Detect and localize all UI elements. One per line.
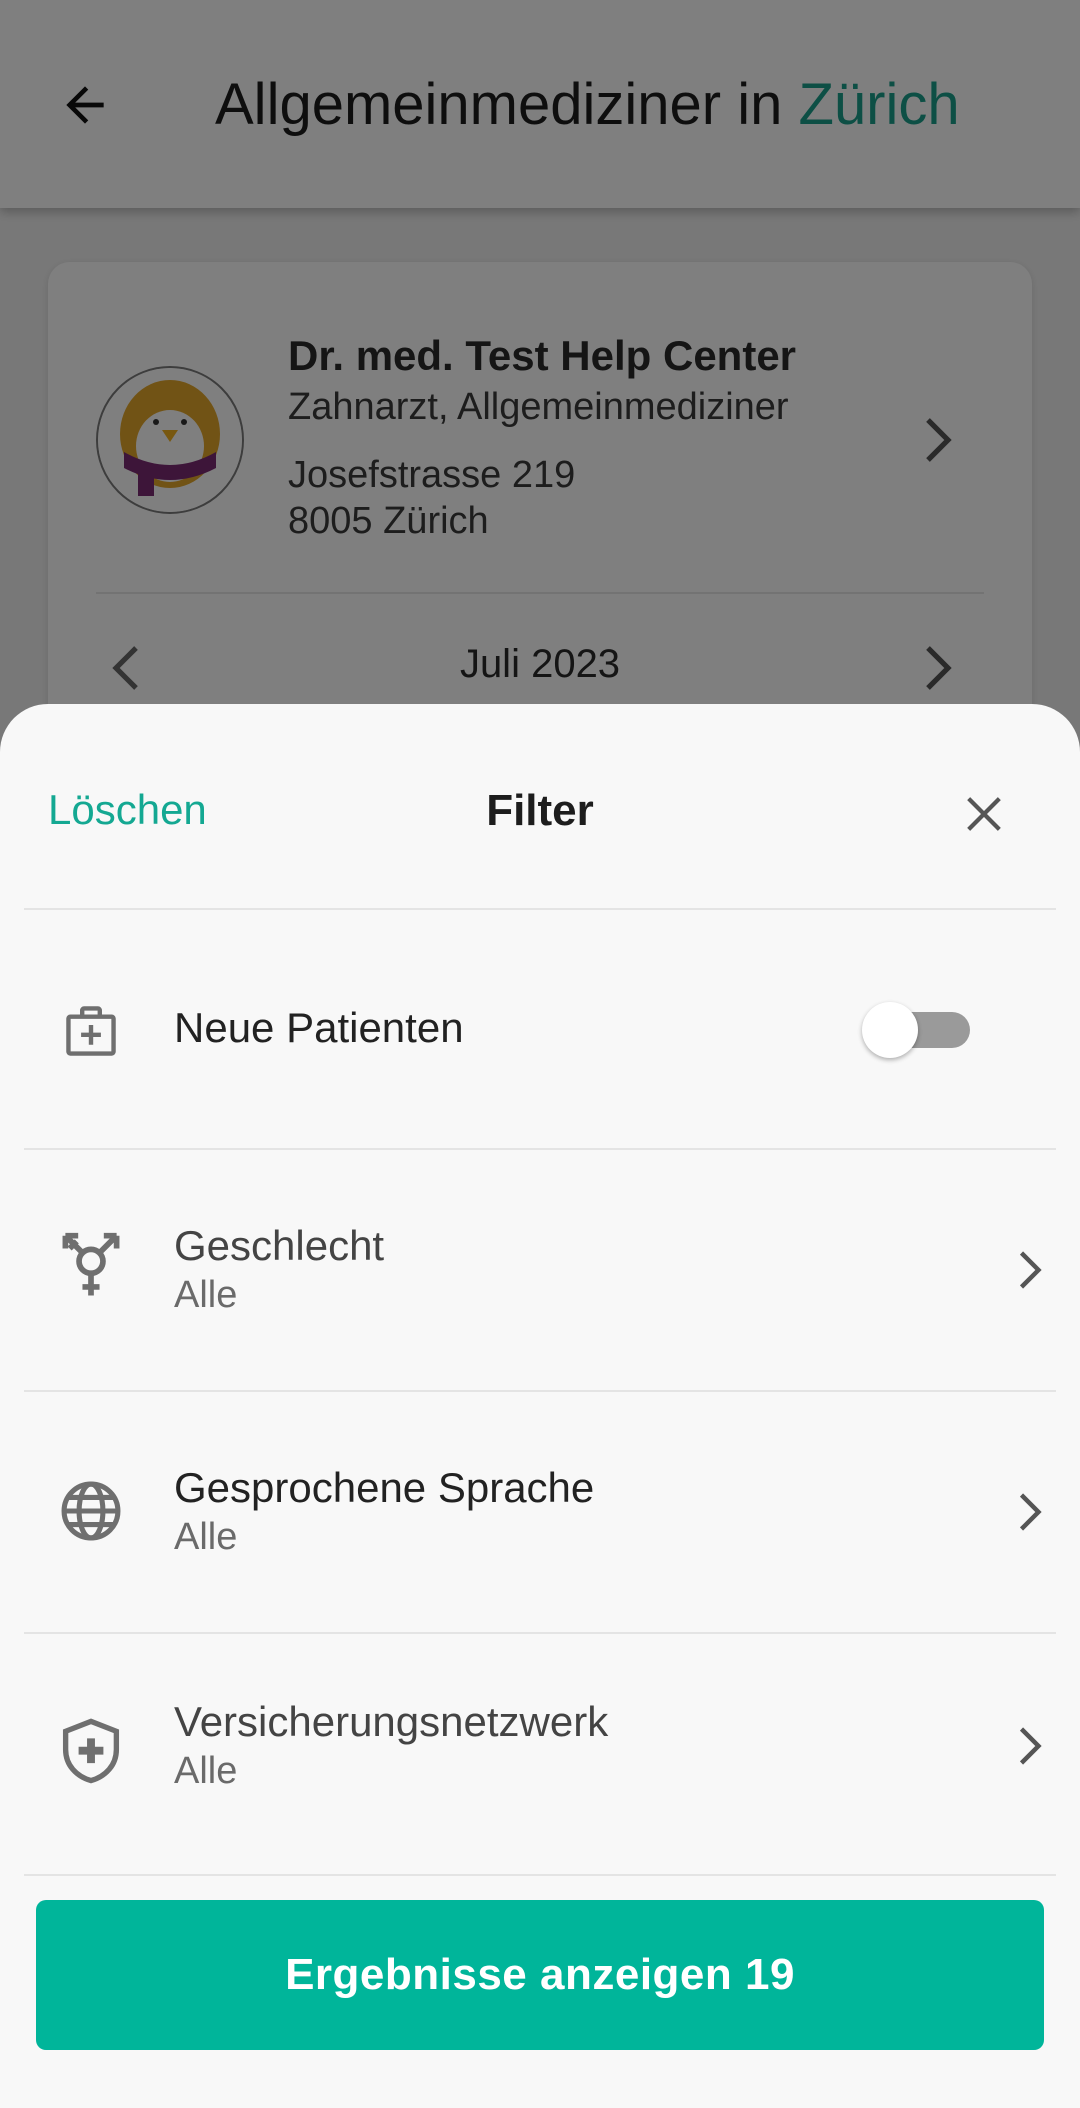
filter-row-value: Alle — [174, 1516, 238, 1558]
chevron-right-icon — [1010, 1240, 1050, 1300]
toggle-knob — [862, 1002, 918, 1058]
chevron-right-icon — [1010, 1716, 1050, 1776]
filter-row-insurance[interactable]: Versicherungsnetzwerk Alle — [0, 1634, 1080, 1874]
sheet-title: Filter — [486, 786, 594, 835]
filter-row-gender[interactable]: Geschlecht Alle — [0, 1150, 1080, 1390]
shield-plus-icon — [56, 1716, 126, 1786]
filter-row-value: Alle — [174, 1750, 238, 1792]
medical-kit-icon — [56, 996, 126, 1066]
filter-row-label: Neue Patienten — [174, 1004, 464, 1051]
divider — [24, 1874, 1056, 1876]
filter-row-label: Geschlecht — [174, 1222, 385, 1269]
close-icon — [967, 797, 1001, 831]
filter-row-label: Versicherungsnetzwerk — [174, 1698, 609, 1745]
filter-bottom-sheet: Löschen Filter Neue Patienten Geschlecht… — [0, 704, 1080, 2108]
filter-row-value: Alle — [174, 1274, 238, 1316]
filter-row-new-patients[interactable]: Neue Patienten — [0, 910, 1080, 1150]
globe-icon — [56, 1476, 126, 1546]
filter-row-label: Gesprochene Sprache — [174, 1464, 595, 1511]
filter-row-language[interactable]: Gesprochene Sprache Alle — [0, 1392, 1080, 1632]
chevron-right-icon — [1010, 1482, 1050, 1542]
show-results-button[interactable]: Ergebnisse anzeigen 19 — [36, 1900, 1044, 2050]
close-button[interactable] — [954, 784, 1014, 844]
sheet-header: Löschen Filter — [0, 704, 1080, 908]
new-patients-toggle[interactable] — [862, 1002, 970, 1058]
gender-icon — [56, 1232, 126, 1302]
